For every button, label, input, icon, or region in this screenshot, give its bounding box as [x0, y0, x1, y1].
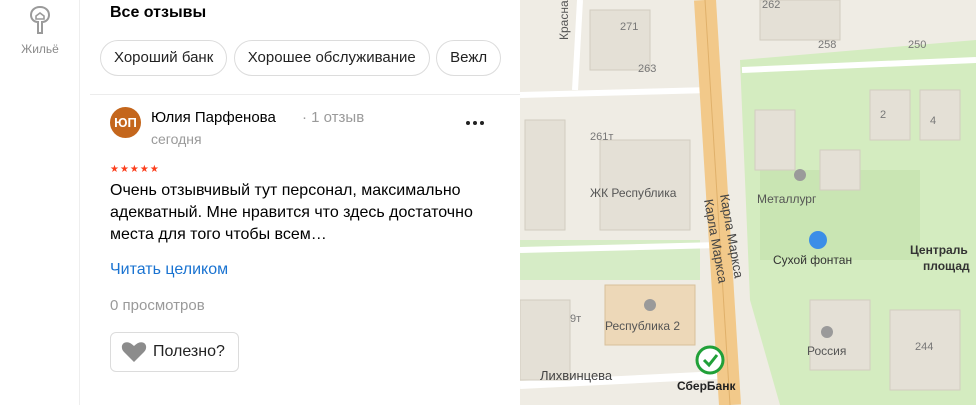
- house-number: 2: [880, 109, 886, 121]
- reviews-panel: Все отзывы Хороший банк Хорошее обслужив…: [80, 0, 520, 405]
- review-date: сегодня: [151, 131, 202, 147]
- map-canvas[interactable]: Красная Карла Маркса Карла Маркса Лихвин…: [520, 0, 976, 405]
- place-label-zhk-respublika: ЖК Республика: [590, 186, 677, 200]
- rail-item-housing[interactable]: Жильё: [0, 4, 80, 64]
- more-options-button[interactable]: [460, 109, 490, 133]
- reviews-title: Все отзывы: [110, 4, 207, 21]
- street-label-likhvintseva: Лихвинцева: [540, 368, 613, 383]
- place-label-metallurg: Металлург: [757, 192, 817, 206]
- avatar[interactable]: ЮП: [110, 107, 141, 138]
- useful-button[interactable]: Полезно?: [110, 332, 239, 372]
- house-number: 250: [908, 39, 926, 51]
- place-label-fountain: Сухой фонтан: [773, 253, 852, 267]
- review-tag-chips: Хороший банк Хорошее обслуживание Вежл: [100, 40, 520, 78]
- house-number: 261т: [590, 131, 613, 143]
- fountain-icon: [809, 231, 827, 249]
- views-count: 0 просмотров: [110, 297, 205, 314]
- place-label-sberbank: СберБанк: [677, 379, 736, 393]
- place-label-central-square-2: площад: [923, 259, 970, 273]
- theater-icon: [794, 169, 806, 181]
- street-label-krasnaya: Красная: [557, 0, 571, 40]
- sberbank-logo-icon: [695, 345, 725, 375]
- review-author[interactable]: Юлия Парфенова: [151, 109, 276, 126]
- chip-good-bank[interactable]: Хороший банк: [100, 40, 228, 76]
- useful-button-label: Полезно?: [153, 343, 225, 360]
- chip-good-service[interactable]: Хорошее обслуживание: [233, 40, 430, 76]
- chip-polite[interactable]: Вежл: [436, 40, 502, 76]
- tree-house-icon: [29, 5, 51, 34]
- rail-item-housing-label: Жильё: [21, 42, 59, 56]
- house-number: 4: [930, 115, 936, 127]
- heart-icon: [121, 342, 147, 362]
- house-number: 258: [818, 39, 836, 51]
- building-icon: [644, 299, 656, 311]
- place-label-rossiya: Россия: [807, 344, 846, 358]
- more-dots-icon: [466, 121, 484, 125]
- house-number: 262: [762, 0, 780, 11]
- house-number: 244: [915, 341, 933, 353]
- house-number: 271: [620, 21, 638, 33]
- author-review-count: · 1 отзыв: [302, 109, 365, 126]
- house-number: 9т: [570, 313, 581, 325]
- place-label-central-square: Централь: [910, 243, 968, 257]
- read-more-link[interactable]: Читать целиком: [110, 261, 228, 279]
- divider: [90, 94, 520, 95]
- house-number: 263: [638, 63, 656, 75]
- map-view[interactable]: Красная Карла Маркса Карла Маркса Лихвин…: [520, 0, 976, 405]
- side-rail: Жильё: [0, 0, 80, 405]
- cinema-icon: [821, 326, 833, 338]
- review-text: Очень отзывчивый тут персонал, максималь…: [110, 182, 473, 243]
- rating-stars: ★★★★★: [110, 164, 160, 175]
- place-label-respublika-2: Республика 2: [605, 319, 680, 333]
